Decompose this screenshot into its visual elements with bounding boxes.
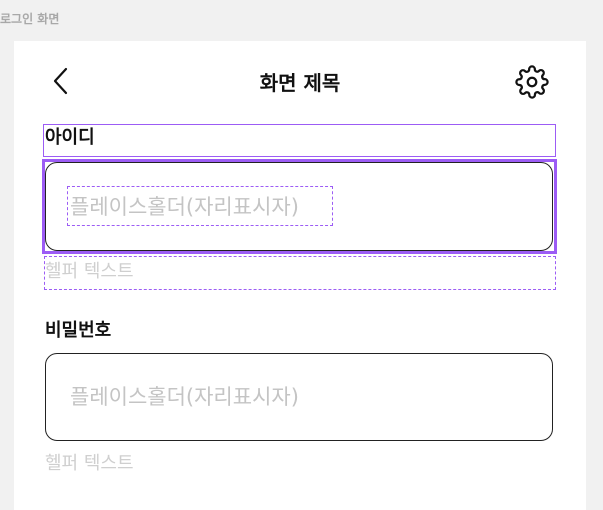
id-input[interactable]: [45, 162, 553, 251]
password-label: 비밀번호: [45, 320, 112, 341]
id-label: 아이디: [45, 127, 95, 148]
page-title: 화면 제목: [259, 71, 341, 95]
gear-icon: [515, 65, 549, 99]
password-input[interactable]: [45, 353, 553, 441]
password-helper-text: 헬퍼 텍스트: [45, 453, 134, 474]
label-selection-outline: [43, 124, 556, 157]
id-helper-text: 헬퍼 텍스트: [45, 261, 134, 282]
settings-button[interactable]: [513, 63, 551, 101]
app-header: 화면 제목: [14, 41, 586, 121]
login-screen: 화면 제목 아이디 헬퍼 텍스트 비밀번호 헬퍼 텍스트: [14, 41, 586, 510]
frame-label: 로그인 화면: [0, 12, 60, 26]
